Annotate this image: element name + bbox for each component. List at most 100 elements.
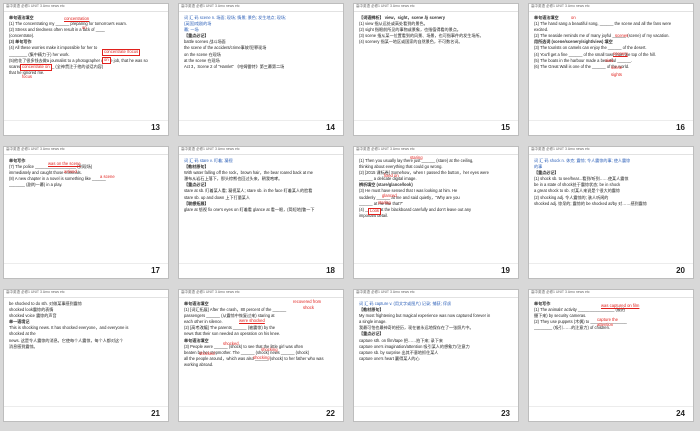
answer-text: scene [611, 65, 623, 70]
slide-number: 15 [501, 123, 510, 132]
slide-thumbnail[interactable]: 高中英语 必修1 UNIT 3 Amo news etc be shocked … [3, 289, 169, 422]
slide-footer [354, 406, 518, 421]
slide-body: 单句写作 (7) The police __________________ (… [9, 158, 163, 188]
answer-text: was captured on film [601, 303, 640, 308]
slide-number: 22 [326, 409, 335, 418]
slide-header: 高中英语 必修1 UNIT 3 Amo news etc [354, 147, 518, 155]
slide-number: 18 [326, 266, 335, 275]
slide-number: 17 [151, 266, 160, 275]
slide-footer [179, 120, 343, 135]
answer-text: concentrate /focus [102, 49, 141, 56]
text-line: working abroad. [184, 361, 214, 367]
answer-text: a scene [100, 174, 115, 179]
breadcrumb: 高中英语 必修1 UNIT 3 Amo news etc [181, 4, 240, 8]
slide-grid: 高中英语 必修1 UNIT 3 Amo news etc 单句语法填空 (1) … [0, 0, 700, 431]
slide-footer [354, 263, 518, 278]
text-line: (4) scenery 指某一地区或国家的自然景色，不可数名词。 [359, 39, 463, 45]
answer-text: on [571, 15, 576, 20]
breadcrumb: 高中英语 必修1 UNIT 3 Amo news etc [356, 147, 415, 151]
slide-footer [179, 263, 343, 278]
answer-text: attention [597, 322, 614, 327]
slide-thumbnail[interactable]: 高中英语 必修1 UNIT 3 Amo news etc 单句语法填空 (1) … [3, 3, 169, 136]
slide-thumbnail[interactable]: 高中英语 必修1 UNIT 3 Amo news etc (1) Then yo… [353, 146, 519, 279]
slide-header: 高中英语 必修1 UNIT 3 Amo news etc [4, 290, 168, 298]
slide-body: (1) Then you usually lay there just ____… [359, 158, 513, 219]
text-line: shocked adj. 惊呆的; 震惊的 be shocked at/by 对… [534, 200, 647, 206]
breadcrumb: 高中英语 必修1 UNIT 3 Amo news etc [531, 4, 590, 8]
slide-thumbnail[interactable]: 高中英语 必修1 UNIT 3 Amo news etc 词 汇 码 scene… [178, 3, 344, 136]
answer-text: shocking [253, 355, 270, 360]
slide-body: 【词语辨析】 view，sight，scene 与 scenery (1) vi… [359, 15, 513, 45]
slide-number: 13 [151, 123, 160, 132]
slide-number: 20 [676, 266, 685, 275]
text-line: 消息感到震惊。 [9, 343, 38, 349]
text-line: (1) The hand sang a beautiful song, ____… [534, 21, 672, 27]
answer-text: shocked [199, 351, 215, 356]
slide-thumbnail[interactable]: 高中英语 必修1 UNIT 3 Amo news etc 单句语法填空 (1) … [178, 289, 344, 422]
answer-text: fixed on [384, 173, 399, 178]
slide-header: 高中英语 必修1 UNIT 3 Amo news etc [354, 4, 518, 12]
slide-header: 高中英语 必修1 UNIT 3 Amo news etc [354, 290, 518, 298]
slide-number: 16 [676, 123, 685, 132]
slide-body: 词 汇 码 stare v. 盯着; 凝视 【教材原句】 With water … [184, 158, 338, 213]
text-line: Act 3，Scene 2 of "Hamlet" 《哈姆雷特》第三幕第二场 [184, 63, 285, 69]
slide-body: 词 汇 码 shock n. 休克; 震惊; 令人震惊的事; 使人震惊 的事 【… [534, 158, 688, 207]
text-line: capture one's heart 赢得某人的心 [359, 355, 420, 361]
answer-text: on [102, 57, 111, 64]
slide-thumbnail[interactable]: 高中英语 必修1 UNIT 3 Amo news etc 词 汇 码 captu… [353, 289, 519, 422]
breadcrumb: 高中英语 必修1 UNIT 3 Amo news etc [356, 4, 415, 8]
answer-text: were shocked [239, 318, 265, 323]
slide-thumbnail[interactable]: 高中英语 必修1 UNIT 3 Amo news etc 单句写作 (1) Th… [528, 289, 694, 422]
answer-text: sights [611, 72, 622, 77]
answer-text: recovered from [293, 299, 322, 304]
slide-thumbnail[interactable]: 高中英语 必修1 UNIT 3 Amo news etc 单句语法填空 (1) … [528, 3, 694, 136]
text-line: that he ignored me. [9, 69, 45, 75]
breadcrumb: 高中英语 必修1 UNIT 3 Amo news etc [356, 290, 415, 294]
slide-number: 21 [151, 409, 160, 418]
answer-text: shock [303, 305, 314, 310]
slide-thumbnail[interactable]: 高中英语 必修1 UNIT 3 Amo news etc 词 汇 码 shock… [528, 146, 694, 279]
slide-thumbnail[interactable]: 高中英语 必修1 UNIT 3 Amo news etc 【词语辨析】 view… [353, 3, 519, 136]
breadcrumb: 高中英语 必修1 UNIT 3 Amo news etc [181, 147, 240, 151]
slide-number: 24 [676, 409, 685, 418]
slide-thumbnail[interactable]: 高中英语 必修1 UNIT 3 Amo news etc 词 汇 码 stare… [178, 146, 344, 279]
breadcrumb: 高中英语 必修1 UNIT 3 Amo news etc [531, 147, 590, 151]
answer-text: arrived [64, 169, 77, 174]
breadcrumb: 高中英语 必修1 UNIT 3 Amo news etc [6, 147, 65, 151]
slide-header: 高中英语 必修1 UNIT 3 Amo news etc [4, 147, 168, 155]
slide-footer [529, 263, 693, 278]
text-line: important detail. [359, 212, 389, 218]
slide-footer [4, 406, 168, 421]
slide-header: 高中英语 必修1 UNIT 3 Amo news etc [529, 4, 693, 12]
answer-text: shocked [223, 341, 239, 346]
breadcrumb: 高中英语 必修1 UNIT 3 Amo news etc [531, 290, 590, 294]
slide-header: 高中英语 必修1 UNIT 3 Amo news etc [529, 147, 693, 155]
slide-header: 高中英语 必修1 UNIT 3 Amo news etc [179, 147, 343, 155]
breadcrumb: 高中英语 必修1 UNIT 3 Amo news etc [6, 4, 65, 8]
answer-text: scenes [615, 33, 629, 38]
slide-footer [529, 120, 693, 135]
slide-header: 高中英语 必修1 UNIT 3 Amo news etc [179, 4, 343, 12]
slide-header: 高中英语 必修1 UNIT 3 Amo news etc [4, 4, 168, 12]
slide-footer [354, 120, 518, 135]
answer-text: scenery [613, 51, 628, 56]
answer-text: was on the scene [48, 161, 81, 166]
breadcrumb: 高中英语 必修1 UNIT 3 Amo news etc [181, 290, 240, 294]
answer-text: focus [22, 74, 33, 79]
slide-body: be shocked to do sth. 对做某事感到震惊 shocked l… [9, 301, 163, 350]
text-line: (5)他花了很多钱去做a journalist to a photographe… [9, 57, 148, 63]
slide-footer [4, 263, 168, 278]
answer-text: on [82, 25, 87, 30]
slide-header: 高中英语 必修1 UNIT 3 Amo news etc [179, 290, 343, 298]
slide-body: 词 汇 码 scene n. 场面; 现场; 情景; 景色; 发生地点; 现场;… [184, 15, 338, 70]
answer-text: Look [368, 208, 382, 215]
answer-text: glanced [382, 193, 397, 198]
slide-body: 词 汇 码 capture v. (用文字或图片) 记录; 捕获; 俘虏 【教材… [359, 301, 513, 362]
slide-footer [4, 120, 168, 135]
answer-text: concentrate on [20, 64, 52, 71]
slide-thumbnail[interactable]: 高中英语 必修1 UNIT 3 Amo news etc 单句写作 (7) Th… [3, 146, 169, 279]
slide-header: 高中英语 必修1 UNIT 3 Amo news etc [529, 290, 693, 298]
answer-text: concentration [64, 16, 90, 21]
slide-footer [529, 406, 693, 421]
text-line: _______ (剧的一幕) in a play. [9, 182, 63, 188]
